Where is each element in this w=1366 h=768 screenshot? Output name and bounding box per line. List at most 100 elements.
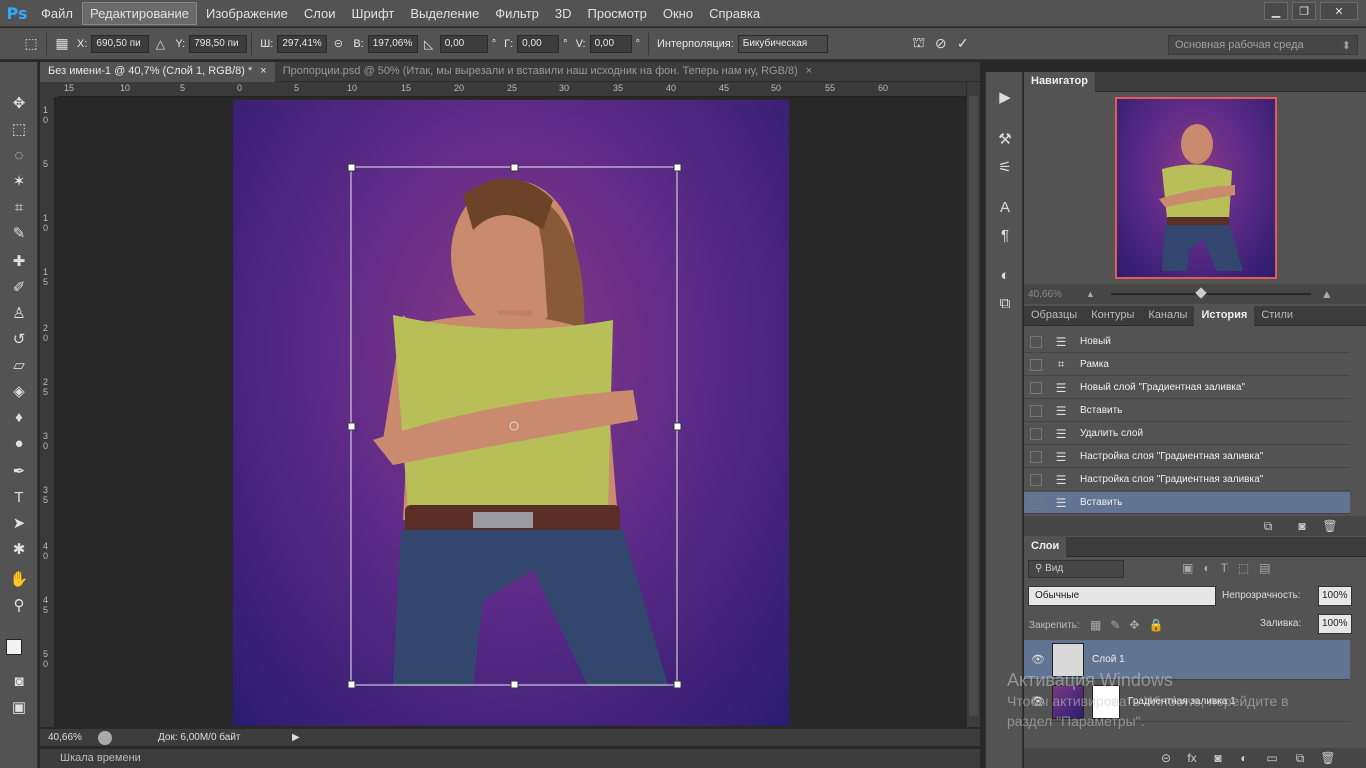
paragraph-icon[interactable]: ¶: [993, 224, 1017, 246]
tool-presets-icon[interactable]: ⚟: [993, 156, 1017, 178]
reference-point-icon[interactable]: ▦: [51, 33, 73, 55]
transform-handle[interactable]: [673, 680, 682, 689]
menu-image[interactable]: Изображение: [199, 3, 295, 24]
history-brush-tool-icon[interactable]: ↺: [7, 328, 31, 350]
zoom-in-icon[interactable]: ▲: [1321, 287, 1333, 301]
menu-type[interactable]: Шрифт: [345, 3, 402, 24]
history-item[interactable]: ☰ Настройка слоя "Градиентная заливка": [1024, 446, 1350, 468]
eyedropper-tool-icon[interactable]: ✎: [7, 222, 31, 244]
tab-paths[interactable]: Контуры: [1084, 306, 1141, 326]
type-tool-icon[interactable]: T: [7, 486, 31, 508]
fx-icon[interactable]: fx: [1184, 751, 1200, 765]
warp-icon[interactable]: ⛫: [908, 33, 930, 55]
navigator-zoom-value[interactable]: 40,66%: [1028, 289, 1082, 300]
zoom-level[interactable]: 40,66%: [48, 732, 98, 743]
menu-help[interactable]: Справка: [702, 3, 767, 24]
link-icon[interactable]: ⊝: [327, 33, 349, 55]
crop-tool-icon[interactable]: ⌗: [7, 196, 31, 218]
document-canvas[interactable]: [233, 100, 789, 726]
hskew-input[interactable]: 0,00: [517, 34, 560, 53]
history-item[interactable]: ☰ Настройка слоя "Градиентная заливка": [1024, 469, 1350, 491]
workspace-select[interactable]: Основная рабочая среда ⬍: [1168, 35, 1358, 55]
y-input[interactable]: 798,50 пи: [189, 34, 248, 53]
menu-file[interactable]: Файл: [34, 3, 80, 24]
history-checkbox[interactable]: [1030, 381, 1042, 394]
tab-document-1[interactable]: Без имени-1 @ 40,7% (Слой 1, RGB/8) * ×: [40, 62, 275, 82]
blur-tool-icon[interactable]: ♦: [7, 406, 31, 428]
history-item[interactable]: ☰ Вставить: [1024, 400, 1350, 422]
vertical-scrollbar[interactable]: [966, 82, 980, 727]
close-icon[interactable]: ×: [260, 65, 266, 79]
brush-tool-icon[interactable]: ✐: [7, 276, 31, 298]
healing-brush-tool-icon[interactable]: ✚: [7, 250, 31, 272]
link-layers-icon[interactable]: ⊝: [1158, 751, 1174, 765]
foreground-color-swatch[interactable]: [6, 639, 22, 655]
history-checkbox[interactable]: [1030, 404, 1042, 417]
lasso-tool-icon[interactable]: ◌: [7, 144, 31, 166]
pen-tool-icon[interactable]: ✒: [7, 460, 31, 482]
clone-stamp-tool-icon[interactable]: ♙: [7, 302, 31, 324]
timeline-panel[interactable]: Шкала времени: [40, 748, 980, 768]
adjustment-layer-icon[interactable]: ◐: [1236, 751, 1252, 765]
close-button[interactable]: ✕: [1320, 2, 1358, 20]
history-checkbox[interactable]: [1030, 335, 1042, 348]
scrollbar-thumb[interactable]: [969, 96, 978, 716]
history-checkbox[interactable]: [1030, 427, 1042, 440]
screen-mode-icon[interactable]: ▣: [7, 696, 31, 718]
fill-input[interactable]: 100%: [1318, 614, 1352, 634]
width-input[interactable]: 297,41%: [277, 34, 328, 53]
angle-input[interactable]: 0,00: [439, 34, 488, 53]
ruler-corner[interactable]: [40, 82, 58, 97]
cancel-transform-icon[interactable]: ⊘: [930, 33, 952, 55]
delta-icon[interactable]: △: [149, 33, 171, 55]
interpolation-select[interactable]: Бикубическая: [737, 34, 828, 53]
character-icon[interactable]: A: [993, 196, 1017, 218]
tab-layers[interactable]: Слои: [1024, 537, 1067, 557]
layer-name[interactable]: Слой 1: [1092, 654, 1125, 665]
transform-handle[interactable]: [347, 680, 356, 689]
tab-document-2[interactable]: Пропорции.psd @ 50% (Итак, мы вырезали и…: [275, 62, 821, 82]
menu-view[interactable]: Просмотр: [581, 3, 654, 24]
restore-button[interactable]: ❐: [1292, 2, 1316, 20]
eraser-tool-icon[interactable]: ▱: [7, 354, 31, 376]
slider-thumb[interactable]: [1195, 287, 1207, 299]
opacity-input[interactable]: 100%: [1318, 586, 1352, 606]
marquee-tool-icon[interactable]: ⬚: [7, 118, 31, 140]
commit-transform-icon[interactable]: ✓: [952, 33, 974, 55]
new-snapshot-icon[interactable]: ◙: [1294, 519, 1310, 533]
history-item[interactable]: ☰ Новый: [1024, 331, 1350, 353]
lock-icons[interactable]: ▦✎✥🔒: [1090, 618, 1172, 632]
transform-handle[interactable]: [510, 680, 519, 689]
tab-navigator[interactable]: Навигатор: [1024, 72, 1095, 92]
transform-handle[interactable]: [510, 163, 519, 172]
transform-handle[interactable]: [673, 422, 682, 431]
history-item-selected[interactable]: ☰ Вставить: [1024, 492, 1350, 514]
menu-3d[interactable]: 3D: [548, 3, 579, 24]
status-arrow-icon[interactable]: ▶: [292, 732, 300, 743]
new-document-from-state-icon[interactable]: ⧉: [1260, 519, 1276, 533]
3d-icon[interactable]: ⧉: [993, 292, 1017, 314]
tab-swatches[interactable]: Образцы: [1024, 306, 1084, 326]
history-item[interactable]: ☰ Новый слой "Градиентная заливка": [1024, 377, 1350, 399]
shape-tool-icon[interactable]: ✱: [7, 538, 31, 560]
menu-select[interactable]: Выделение: [403, 3, 486, 24]
play-icon[interactable]: ▶: [993, 86, 1017, 108]
add-mask-icon[interactable]: ◙: [1210, 751, 1226, 765]
x-input[interactable]: 690,50 пи: [91, 34, 150, 53]
tab-styles[interactable]: Стили: [1254, 306, 1300, 326]
move-tool-icon[interactable]: ✥: [7, 92, 31, 114]
history-checkbox[interactable]: [1030, 450, 1042, 463]
magic-wand-tool-icon[interactable]: ✶: [7, 170, 31, 192]
brushes-icon[interactable]: ⚒: [993, 128, 1017, 150]
trash-icon[interactable]: 🗑: [1322, 519, 1338, 533]
menu-layers[interactable]: Слои: [297, 3, 343, 24]
close-icon[interactable]: ×: [806, 65, 812, 79]
hand-tool-icon[interactable]: ✋: [7, 568, 31, 590]
layer-filter-select[interactable]: ⚲ Вид: [1028, 560, 1124, 578]
navigator-preview[interactable]: [1115, 97, 1277, 279]
vskew-input[interactable]: 0,00: [589, 34, 632, 53]
zoom-out-icon[interactable]: ▲: [1086, 289, 1095, 299]
height-input[interactable]: 197,06%: [367, 34, 418, 53]
zoom-tool-icon[interactable]: ⚲: [7, 594, 31, 616]
paint-bucket-tool-icon[interactable]: ◈: [7, 380, 31, 402]
